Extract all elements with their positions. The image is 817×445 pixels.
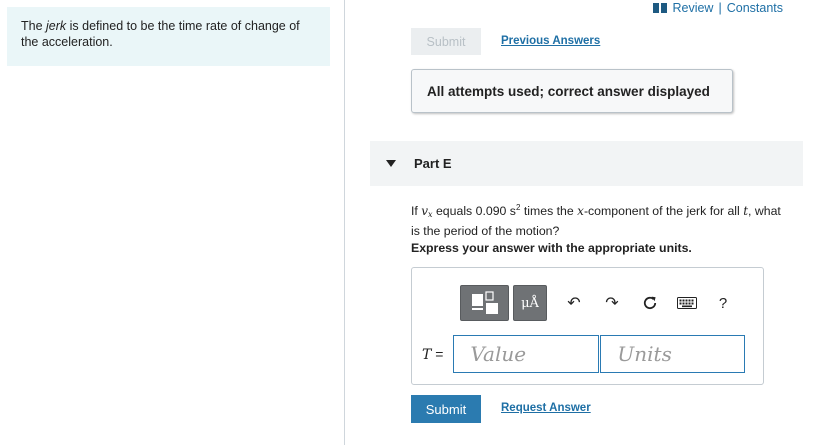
templates-button[interactable]	[460, 285, 509, 321]
previous-answers-link[interactable]: Previous Answers	[501, 35, 600, 47]
undo-icon[interactable]: ↶	[563, 292, 585, 314]
review-link[interactable]: Review	[672, 1, 713, 15]
panel-divider	[344, 0, 345, 445]
reset-icon[interactable]	[639, 292, 661, 314]
answer-row: T =	[422, 335, 746, 373]
header-links: Review | Constants	[653, 1, 783, 15]
value-input[interactable]	[453, 335, 600, 373]
hint-text-prefix: The	[21, 19, 47, 33]
hint-box: The jerk is defined to be the time rate …	[7, 7, 330, 66]
answer-panel: μÅ ↶ ↷ ? T =	[411, 267, 764, 385]
header-separator: |	[718, 1, 722, 15]
answer-variable: T	[422, 346, 432, 363]
help-icon[interactable]: ?	[712, 292, 734, 314]
constants-link[interactable]: Constants	[727, 1, 783, 15]
book-icon	[653, 3, 668, 13]
part-title: Part E	[414, 156, 452, 171]
instruction-text: Express your answer with the appropriate…	[411, 241, 692, 255]
units-button[interactable]: μÅ	[513, 285, 547, 321]
q-text-2: equals 0.090 s	[432, 204, 516, 218]
x-symbol: x	[577, 204, 584, 218]
templates-icon	[471, 291, 498, 314]
redo-icon[interactable]: ↷	[601, 292, 623, 314]
math-toolbar: μÅ ↶ ↷ ?	[460, 285, 734, 321]
request-answer-link[interactable]: Request Answer	[501, 402, 591, 414]
v-symbol: v	[421, 204, 429, 218]
question-text: If vx equals 0.090 s2 times the x-compon…	[411, 200, 791, 239]
keyboard-icon[interactable]	[676, 292, 698, 314]
q-text-3: times the	[520, 204, 578, 218]
submit-button[interactable]: Submit	[411, 395, 481, 423]
equals-sign: =	[435, 345, 444, 362]
hint-emphasis: jerk	[46, 19, 67, 33]
previous-submit-button[interactable]: Submit	[411, 28, 481, 55]
q-text-1: If	[411, 204, 422, 218]
collapse-triangle-icon[interactable]	[386, 160, 396, 167]
part-e-header[interactable]: Part E	[370, 141, 803, 186]
answer-variable-label: T =	[422, 346, 443, 363]
status-message: All attempts used; correct answer displa…	[411, 69, 733, 113]
units-input[interactable]	[600, 335, 746, 373]
q-text-4: -component of the jerk for all	[583, 204, 744, 218]
